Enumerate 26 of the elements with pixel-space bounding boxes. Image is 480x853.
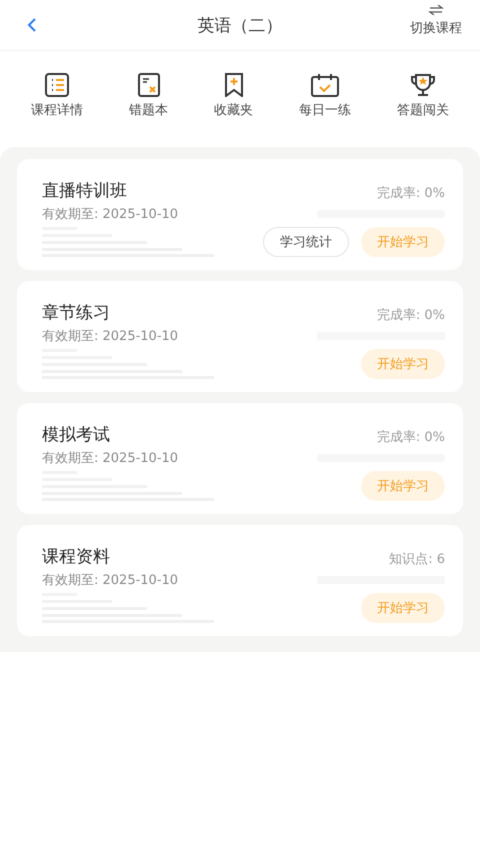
card-title: 模拟考试 xyxy=(42,424,110,446)
card-title: 章节练习 xyxy=(42,302,110,324)
back-icon[interactable] xyxy=(27,17,37,33)
card-title: 直播特训班 xyxy=(42,180,127,202)
calendar-icon xyxy=(310,73,340,97)
stat-label: 知识点: 6 xyxy=(389,551,445,568)
stat-label: 完成率: 0% xyxy=(376,185,445,202)
stat-label: 完成率: 0% xyxy=(376,429,445,446)
challenge-button[interactable]: 答题闯关 xyxy=(397,73,449,139)
study-stats-button[interactable]: 学习统计 xyxy=(263,227,349,257)
daily-practice-button[interactable]: 每日一练 xyxy=(299,73,351,139)
validity-date: 有效期至: 2025-10-10 xyxy=(42,572,178,589)
validity-date: 有效期至: 2025-10-10 xyxy=(42,450,178,467)
list-icon xyxy=(44,73,70,97)
switch-course-button[interactable]: 切换课程 xyxy=(410,5,462,37)
document-cross-icon xyxy=(136,73,162,97)
validity-date: 有效期至: 2025-10-10 xyxy=(42,328,178,345)
validity-date: 有效期至: 2025-10-10 xyxy=(42,206,178,223)
course-details-button[interactable]: 课程详情 xyxy=(31,73,83,139)
wrong-questions-button[interactable]: 错题本 xyxy=(129,73,168,139)
page-title: 英语（二） xyxy=(198,14,282,36)
stat-label: 完成率: 0% xyxy=(376,307,445,324)
swap-icon xyxy=(428,5,444,15)
card-title: 课程资料 xyxy=(42,546,110,568)
favorites-button[interactable]: 收藏夹 xyxy=(214,73,253,139)
trophy-icon xyxy=(408,73,438,97)
